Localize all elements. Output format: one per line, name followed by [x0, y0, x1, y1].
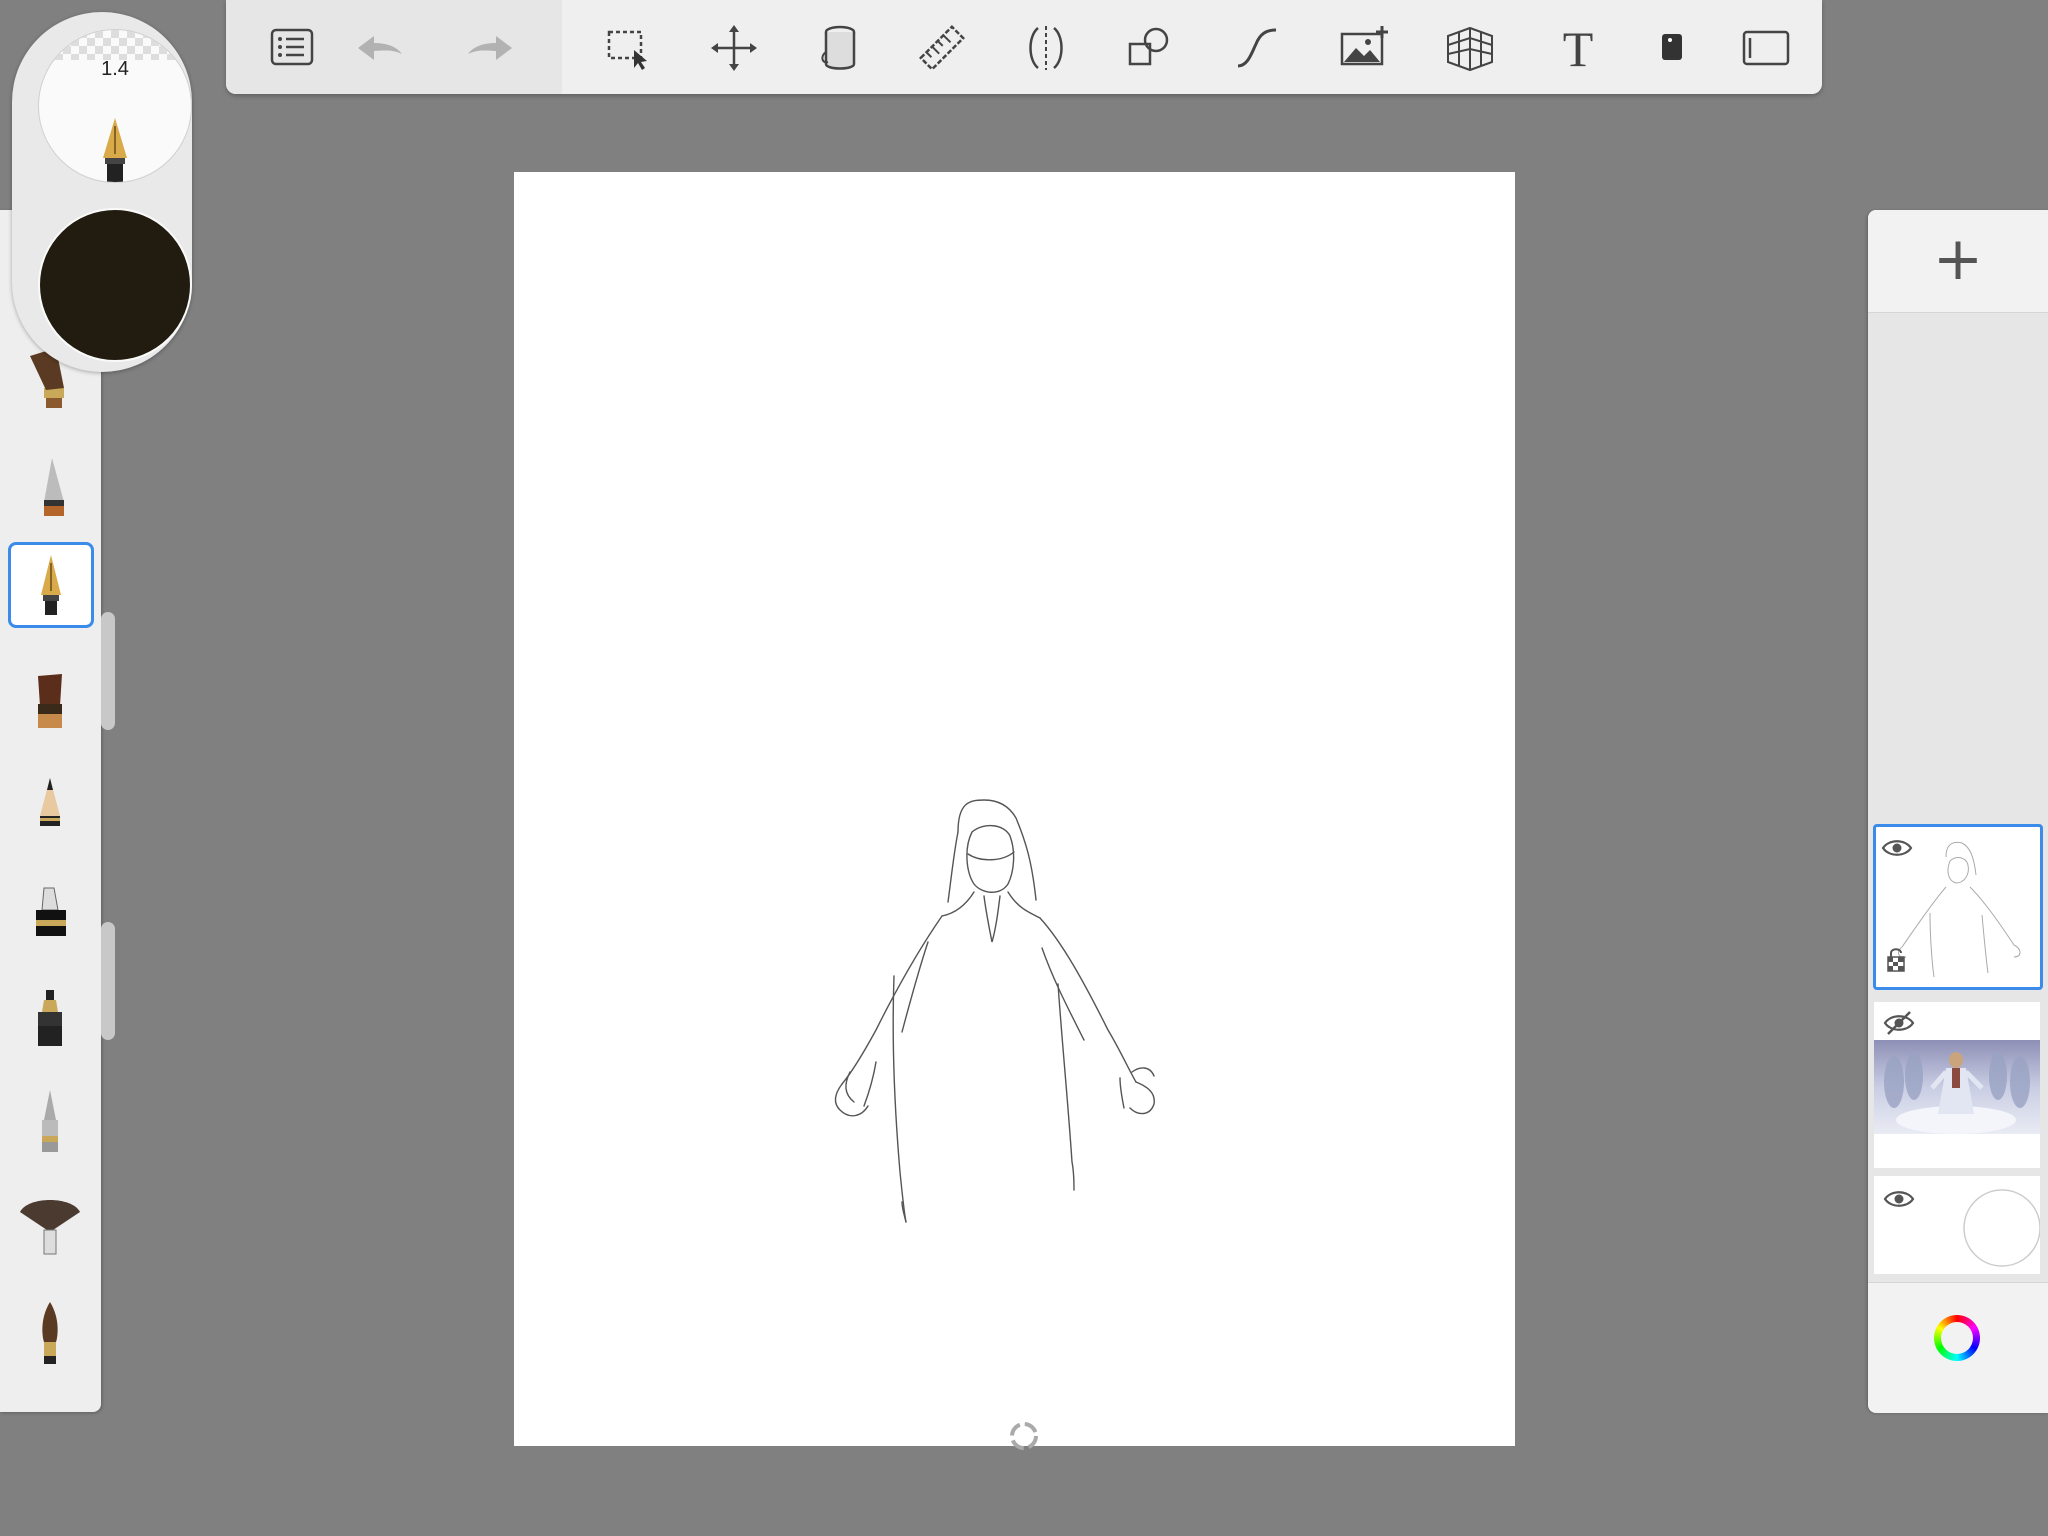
current-color-swatch[interactable] — [38, 208, 192, 362]
layer-reference-image[interactable] — [1874, 1002, 2040, 1168]
paint-brush-icon[interactable] — [8, 656, 92, 740]
round-brush-icon[interactable] — [8, 1290, 92, 1374]
shapes-icon[interactable] — [1124, 22, 1176, 74]
paint-bucket-icon[interactable] — [812, 22, 864, 74]
brush-size-label: 1.4 — [101, 58, 129, 80]
marker-icon[interactable] — [1646, 22, 1698, 74]
svg-text:T: T — [1563, 22, 1594, 74]
canvas-rotate-handle[interactable] — [1006, 1418, 1042, 1454]
brush-panel-scroll-handle[interactable] — [101, 612, 115, 730]
perspective-grid-icon[interactable] — [1444, 22, 1496, 74]
curve-icon[interactable] — [1230, 22, 1282, 74]
color-editor-bar — [1868, 1282, 2048, 1413]
layers-panel: + — [1868, 210, 2048, 1413]
ink-pen-icon[interactable] — [8, 542, 94, 628]
drawing-canvas[interactable] — [514, 172, 1515, 1446]
pencil-icon[interactable] — [8, 760, 92, 844]
sketch-drawing — [834, 799, 1155, 1223]
add-layer-label: + — [1932, 224, 1984, 294]
brush-library-panel — [0, 210, 115, 1412]
eye-icon[interactable] — [1880, 833, 1914, 863]
layer-background[interactable] — [1874, 1176, 2040, 1274]
redo-icon[interactable] — [464, 22, 516, 74]
marker-pen-icon[interactable] — [8, 864, 92, 948]
eye-icon[interactable] — [1882, 1184, 1916, 1214]
airbrush-icon[interactable] — [8, 438, 92, 522]
list-icon[interactable] — [266, 22, 318, 74]
brush-panel-scroll-handle[interactable] — [101, 922, 115, 1040]
move-arrows-icon[interactable] — [708, 22, 760, 74]
symmetry-icon[interactable] — [1020, 22, 1072, 74]
brush-size-puck[interactable]: 1.4 — [38, 29, 192, 183]
fullscreen-icon[interactable] — [1740, 22, 1792, 74]
selection-icon[interactable] — [604, 22, 656, 74]
add-image-icon[interactable] — [1338, 22, 1390, 74]
alpha-lock-icon[interactable] — [1880, 945, 1914, 975]
text-icon[interactable]: T — [1552, 22, 1604, 74]
layer-sketch[interactable] — [1873, 824, 2043, 990]
undo-icon[interactable] — [354, 22, 406, 74]
opacity-checker — [39, 30, 191, 60]
fan-brush-icon[interactable] — [8, 1182, 92, 1266]
eye-hidden-icon[interactable] — [1882, 1008, 1916, 1038]
ink-pen-icon — [103, 118, 127, 182]
color-wheel-icon[interactable] — [1934, 1315, 1980, 1361]
ruler-icon[interactable] — [916, 22, 968, 74]
top-toolbar: T — [226, 0, 1822, 94]
ballpoint-icon[interactable] — [8, 1076, 92, 1160]
fineliner-icon[interactable] — [8, 972, 92, 1056]
brush-color-puck: 1.4 — [12, 12, 192, 372]
add-layer-button[interactable]: + — [1868, 210, 2048, 313]
